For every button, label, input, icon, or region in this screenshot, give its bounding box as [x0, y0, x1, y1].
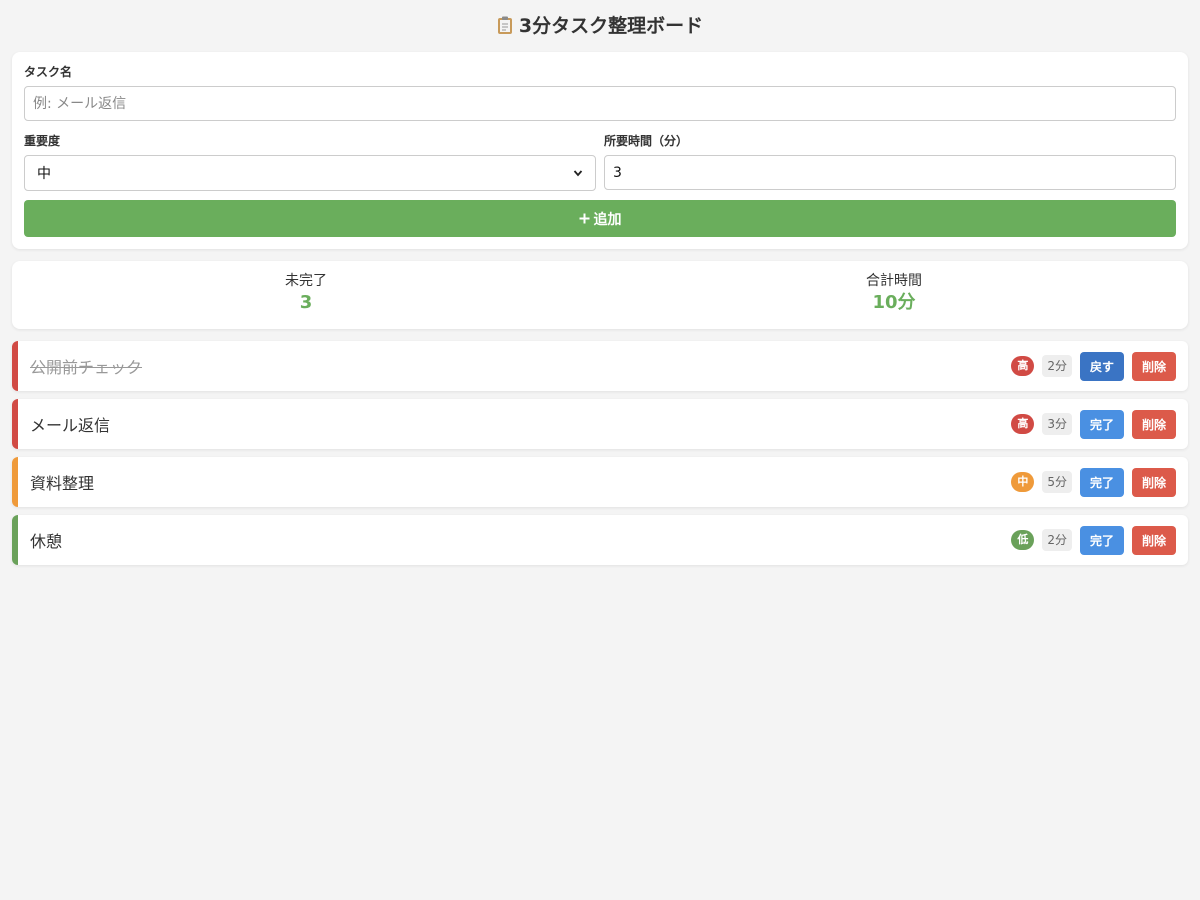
- task-name-input[interactable]: [24, 86, 1176, 121]
- priority-badge: 高: [1011, 414, 1035, 434]
- delete-button[interactable]: 削除: [1131, 467, 1176, 497]
- restore-button[interactable]: 戻す: [1079, 351, 1124, 381]
- priority-badge: 高: [1011, 356, 1035, 376]
- task-row: 休憩 低 2分 完了 削除: [12, 515, 1188, 565]
- delete-button[interactable]: 削除: [1131, 525, 1176, 555]
- task-name-label: タスク名: [24, 65, 73, 79]
- stat-incomplete: 未完了 3: [12, 261, 600, 329]
- delete-button[interactable]: 削除: [1131, 409, 1176, 439]
- page-title-text: 3分タスク整理ボード: [518, 15, 704, 37]
- stat-total-value: 10分: [872, 292, 916, 313]
- importance-label: 重要度: [24, 134, 61, 148]
- chevron-down-icon: [573, 170, 583, 177]
- duration-input[interactable]: [604, 155, 1176, 190]
- complete-button[interactable]: 完了: [1079, 525, 1124, 555]
- stats-panel: 未完了 3 合計時間 10分: [12, 261, 1188, 329]
- importance-select[interactable]: 中: [24, 155, 596, 191]
- task-row: メール返信 高 3分 完了 削除: [12, 399, 1188, 449]
- complete-button[interactable]: 完了: [1079, 409, 1124, 439]
- page: 3分タスク整理ボード タスク名 重要度 中 所要時間（分）: [0, 0, 1200, 565]
- task-form: タスク名 重要度 中 所要時間（分） 追加: [12, 52, 1188, 249]
- task-name: 公開前チェック: [30, 358, 143, 377]
- form-row: 重要度 中 所要時間（分）: [24, 133, 1176, 191]
- priority-badge: 低: [1011, 530, 1035, 550]
- clipboard-icon: [497, 16, 512, 34]
- task-list: 公開前チェック 高 2分 戻す 削除 メール返信 高 3分 完了 削除 資料整理…: [12, 341, 1188, 565]
- add-button[interactable]: 追加: [24, 200, 1176, 237]
- stat-total-label: 合計時間: [866, 273, 922, 289]
- page-title: 3分タスク整理ボード: [12, 12, 1188, 40]
- plus-icon: [579, 213, 589, 224]
- task-minutes: 2分: [1042, 355, 1072, 377]
- duration-label: 所要時間（分）: [604, 134, 689, 148]
- task-minutes: 2分: [1042, 529, 1072, 551]
- duration-field: 所要時間（分）: [604, 133, 1176, 191]
- task-name: メール返信: [30, 416, 111, 435]
- task-minutes: 3分: [1042, 413, 1072, 435]
- task-row: 公開前チェック 高 2分 戻す 削除: [12, 341, 1188, 391]
- stat-incomplete-label: 未完了: [285, 273, 327, 289]
- importance-field: 重要度 中: [24, 133, 596, 191]
- task-minutes: 5分: [1042, 471, 1072, 493]
- importance-selected-value: 中: [37, 166, 51, 182]
- task-name: 資料整理: [30, 474, 95, 493]
- task-row: 資料整理 中 5分 完了 削除: [12, 457, 1188, 507]
- task-name: 休憩: [30, 532, 63, 551]
- stat-incomplete-value: 3: [299, 292, 313, 313]
- add-button-label: 追加: [593, 211, 622, 228]
- stat-total-time: 合計時間 10分: [600, 261, 1188, 329]
- complete-button[interactable]: 完了: [1079, 467, 1124, 497]
- priority-badge: 中: [1011, 472, 1035, 492]
- delete-button[interactable]: 削除: [1131, 351, 1176, 381]
